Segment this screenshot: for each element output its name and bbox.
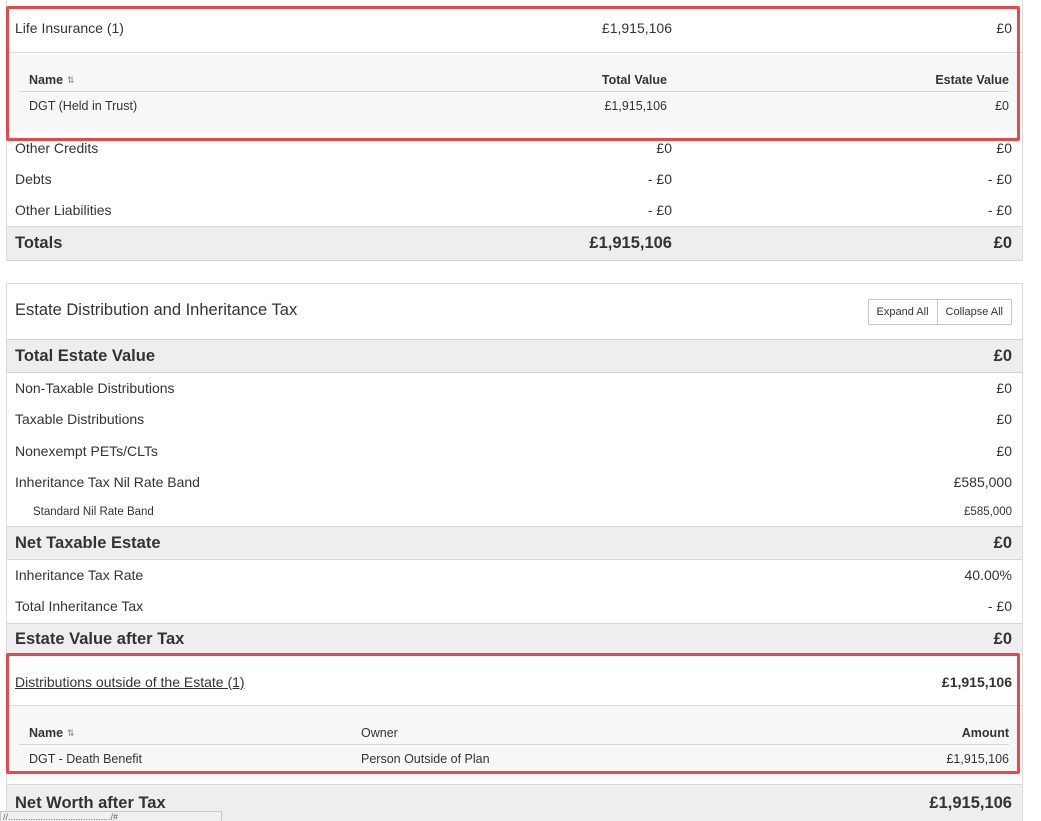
estate-after-tax-row: Estate Value after Tax £0 bbox=[7, 623, 1022, 655]
outside-estate-value: £1,915,106 bbox=[941, 674, 1012, 690]
sort-icon[interactable]: ⇅ bbox=[67, 75, 75, 86]
taxable-value: £0 bbox=[996, 411, 1012, 427]
other-credits-total: £0 bbox=[656, 140, 672, 156]
other-credits-row: Other Credits £0 £0 bbox=[7, 136, 1022, 160]
estate-distribution-panel: Estate Distribution and Inheritance Tax … bbox=[6, 283, 1023, 821]
other-credits-estate: £0 bbox=[996, 140, 1012, 156]
tax-rate-label: Inheritance Tax Rate bbox=[15, 567, 144, 583]
total-tax-row: Total Inheritance Tax - £0 bbox=[7, 593, 1022, 619]
total-tax-label: Total Inheritance Tax bbox=[15, 598, 144, 614]
life-insurance-label[interactable]: Life Insurance (1) bbox=[15, 20, 1013, 36]
status-bar-url: //......................................… bbox=[0, 811, 222, 821]
standard-nil-rate-band-label: Standard Nil Rate Band bbox=[33, 506, 154, 518]
total-estate-value: £0 bbox=[993, 346, 1012, 365]
expand-collapse-group: Expand All Collapse All bbox=[867, 299, 1012, 325]
non-taxable-label: Non-Taxable Distributions bbox=[15, 380, 175, 396]
policy-estate-value: £0 bbox=[995, 99, 1009, 113]
debts-total: - £0 bbox=[647, 171, 672, 187]
total-estate-value-row: Total Estate Value £0 bbox=[7, 339, 1022, 373]
name-column-header[interactable]: Name ⇅ bbox=[29, 73, 75, 87]
other-liabilities-label: Other Liabilities bbox=[15, 202, 112, 218]
other-liabilities-total: - £0 bbox=[647, 202, 672, 218]
nil-rate-band-label: Inheritance Tax Nil Rate Band bbox=[15, 474, 200, 490]
totals-label: Totals bbox=[15, 234, 63, 252]
life-insurance-row[interactable]: Life Insurance (1) £1,915,106 £0 bbox=[7, 10, 1022, 46]
amount-column-header: Amount bbox=[961, 725, 1009, 740]
net-taxable-estate-value: £0 bbox=[993, 533, 1012, 552]
owner-column-header: Owner bbox=[361, 725, 398, 740]
distribution-owner: Person Outside of Plan bbox=[361, 752, 490, 766]
policy-total-value: £1,915,106 bbox=[604, 99, 667, 113]
table-row: DGT - Death Benefit Person Outside of Pl… bbox=[19, 747, 1009, 771]
distribution-amount: £1,915,106 bbox=[946, 752, 1009, 766]
distribution-name: DGT - Death Benefit bbox=[29, 752, 143, 766]
estate-after-tax-value: £0 bbox=[993, 629, 1012, 648]
sort-icon[interactable]: ⇅ bbox=[67, 728, 75, 739]
estate-value-column-header: Estate Value bbox=[935, 72, 1009, 87]
debts-estate: - £0 bbox=[987, 171, 1012, 187]
tax-rate-value: 40.00% bbox=[964, 567, 1012, 583]
expand-all-button[interactable]: Expand All bbox=[868, 300, 937, 324]
nil-rate-band-row: Inheritance Tax Nil Rate Band £585,000 bbox=[7, 469, 1022, 495]
life-insurance-total: £1,915,106 bbox=[601, 20, 672, 36]
totals-total: £1,915,106 bbox=[589, 234, 672, 252]
nonexempt-row: Nonexempt PETs/CLTs £0 bbox=[7, 438, 1022, 464]
life-insurance-estate: £0 bbox=[996, 20, 1012, 36]
collapse-all-button[interactable]: Collapse All bbox=[936, 300, 1011, 324]
non-taxable-row: Non-Taxable Distributions £0 bbox=[7, 375, 1022, 401]
other-credits-label: Other Credits bbox=[15, 140, 99, 156]
outside-estate-link[interactable]: Distributions outside of the Estate (1) bbox=[15, 674, 1013, 690]
debts-row: Debts - £0 - £0 bbox=[7, 166, 1022, 192]
table-row: DGT (Held in Trust) £1,915,106 £0 bbox=[19, 94, 1009, 118]
debts-label: Debts bbox=[15, 171, 52, 187]
standard-nil-rate-band-value: £585,000 bbox=[964, 506, 1012, 518]
nil-rate-band-value: £585,000 bbox=[953, 474, 1012, 490]
standard-nil-rate-band-row: Standard Nil Rate Band £585,000 bbox=[7, 501, 1022, 523]
net-taxable-estate-label: Net Taxable Estate bbox=[15, 533, 161, 552]
other-liabilities-estate: - £0 bbox=[987, 202, 1012, 218]
name-column-header[interactable]: Name ⇅ bbox=[29, 726, 75, 740]
net-taxable-estate-row: Net Taxable Estate £0 bbox=[7, 526, 1022, 560]
taxable-label: Taxable Distributions bbox=[15, 411, 145, 427]
panel-title: Estate Distribution and Inheritance Tax bbox=[15, 300, 298, 319]
outside-estate-table: Name ⇅ Owner Amount DGT - Death Benefit P… bbox=[7, 705, 1022, 777]
nonexempt-value: £0 bbox=[996, 443, 1012, 459]
outside-estate-table-header: Name ⇅ Owner Amount bbox=[19, 721, 1009, 745]
totals-estate: £0 bbox=[993, 234, 1012, 252]
net-worth-after-tax-value: £1,915,106 bbox=[929, 794, 1012, 812]
tax-rate-row: Inheritance Tax Rate 40.00% bbox=[7, 562, 1022, 588]
total-estate-value-label: Total Estate Value bbox=[15, 346, 155, 365]
non-taxable-value: £0 bbox=[996, 380, 1012, 396]
total-tax-value: - £0 bbox=[987, 598, 1012, 614]
taxable-row: Taxable Distributions £0 bbox=[7, 406, 1022, 432]
outside-estate-row[interactable]: Distributions outside of the Estate (1) … bbox=[7, 659, 1022, 705]
totals-row: Totals £1,915,106 £0 bbox=[7, 226, 1022, 261]
nonexempt-label: Nonexempt PETs/CLTs bbox=[15, 443, 158, 459]
other-liabilities-row: Other Liabilities - £0 - £0 bbox=[7, 197, 1022, 223]
total-value-column-header: Total Value bbox=[601, 72, 667, 87]
estate-after-tax-label: Estate Value after Tax bbox=[15, 629, 185, 648]
life-insurance-table: Name ⇅ Total Value Estate Value DGT (Held… bbox=[7, 52, 1022, 132]
life-insurance-table-header: Name ⇅ Total Value Estate Value bbox=[19, 68, 1009, 92]
asset-summary-panel: Life Insurance (1) £1,915,106 £0 Name ⇅ T… bbox=[6, 0, 1023, 261]
policy-name: DGT (Held in Trust) bbox=[29, 99, 138, 113]
